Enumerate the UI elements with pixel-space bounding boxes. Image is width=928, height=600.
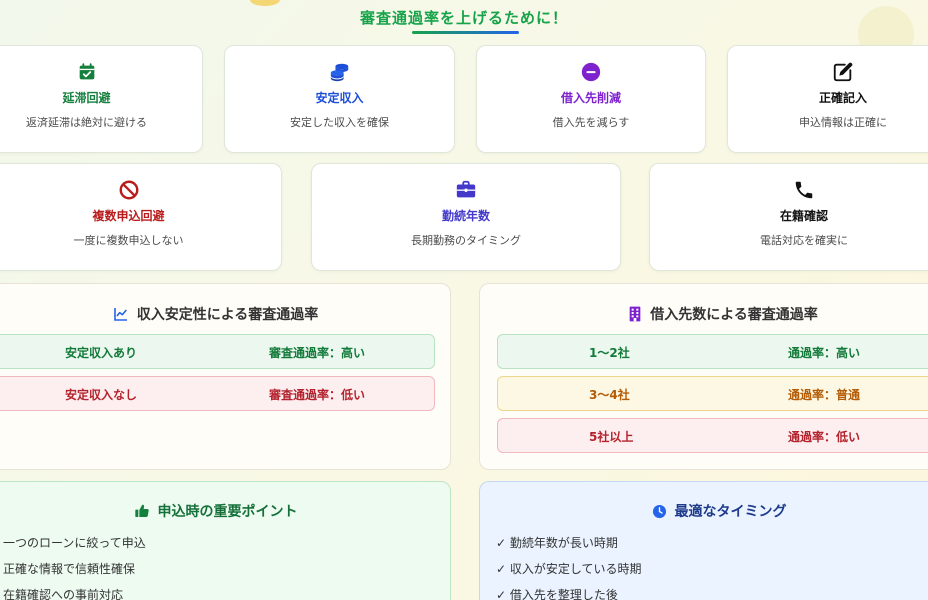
application-points-panel: 申込時の重要ポイント 一つのローンに絞って申込 正確な情報で信頼性確保 在籍確認… (0, 481, 451, 600)
title-underline (412, 31, 519, 34)
row-label: 安定収入なし (65, 388, 138, 402)
tip-description: 返済延滞は絶対に避ける (26, 116, 147, 129)
lender-row-1-2: 1〜2社 通過率：高い (497, 334, 928, 369)
chart-line-icon (113, 308, 127, 321)
list-item: ✓ 収入が安定している時期 (496, 562, 642, 576)
phone-icon (795, 181, 813, 199)
row-label: 3〜4社 (589, 388, 630, 402)
lender-row-3-4: 3〜4社 通過率：普通 (497, 376, 928, 411)
tip-description: 長期勤務のタイミング (411, 234, 521, 247)
thumbs-up-icon (134, 504, 149, 518)
tip-card-reduce-lenders[interactable]: 借入先削減 借入先を減らす (476, 45, 706, 153)
list-item: ✓ 勤続年数が長い時期 (496, 536, 618, 550)
lender-count-panel: 借入先数による審査通過率 1〜2社 通過率：高い 3〜4社 通過率：普通 5社以… (479, 283, 928, 470)
list-item: 正確な情報で信頼性確保 (3, 562, 136, 576)
minus-circle-icon (581, 62, 601, 82)
tip-description: 一度に複数申込しない (73, 234, 184, 247)
optimal-timing-panel: 最適なタイミング ✓ 勤続年数が長い時期 ✓ 収入が安定している時期 ✓ 借入先… (479, 481, 928, 600)
tip-title: 借入先削減 (560, 91, 621, 105)
tip-title: 在籍確認 (779, 209, 828, 223)
panel-header: 収入安定性による審査通過率 (0, 304, 450, 324)
row-label: 5社以上 (589, 430, 634, 444)
income-row-stable: 安定収入あり 審査通過率：高い (0, 334, 435, 369)
list-item: 一つのローンに絞って申込 (3, 536, 146, 550)
panel-header: 申込時の重要ポイント (0, 501, 450, 521)
row-value: 通過率：普通 (788, 388, 861, 402)
panel-header: 最適なタイミング (480, 501, 928, 521)
tip-title: 延滞回避 (62, 91, 111, 105)
panel-title: 申込時の重要ポイント (157, 504, 298, 520)
list-item: ✓ 借入先を整理した後 (496, 588, 618, 600)
tip-title: 安定収入 (315, 91, 364, 105)
page-title: 審査通過率を上げるために！ (359, 9, 568, 27)
tip-card-stable-income[interactable]: 安定収入 安定した収入を確保 (224, 45, 455, 153)
briefcase-icon (456, 180, 476, 198)
row-label: 安定収入あり (65, 346, 138, 360)
lender-row-5-plus: 5社以上 通過率：低い (497, 418, 928, 453)
tip-description: 安定した収入を確保 (290, 116, 389, 129)
panel-header: 借入先数による審査通過率 (480, 304, 928, 324)
clock-icon (652, 504, 666, 519)
tip-title: 勤続年数 (441, 209, 490, 223)
row-label: 1〜2社 (589, 346, 630, 360)
tip-card-multiple-applications[interactable]: 複数申込回避 一度に複数申込しない (0, 163, 282, 271)
row-value: 審査通過率：低い (269, 388, 366, 402)
list-item: 在籍確認への事前対応 (3, 588, 124, 600)
tip-description: 電話対応を確実に (760, 234, 848, 247)
tip-title: 複数申込回避 (92, 209, 165, 223)
calendar-check-icon (79, 63, 94, 80)
tip-description: 申込情報は正確に (799, 116, 887, 129)
tip-card-late-payment[interactable]: 延滞回避 返済延滞は絶対に避ける (0, 45, 203, 153)
panel-title: 収入安定性による審査通過率 (136, 307, 319, 323)
tip-title: 正確記入 (818, 91, 867, 105)
row-value: 審査通過率：高い (269, 346, 366, 360)
panel-title: 借入先数による審査通過率 (650, 307, 818, 323)
row-value: 通過率：高い (788, 346, 861, 360)
coins-icon (330, 63, 348, 82)
tip-card-employment-verification[interactable]: 在籍確認 電話対応を確実に (649, 163, 928, 271)
income-row-unstable: 安定収入なし 審査通過率：低い (0, 376, 435, 411)
tip-description: 借入先を減らす (552, 116, 630, 129)
edit-icon (833, 62, 853, 82)
building-icon (629, 306, 641, 322)
row-value: 通過率：低い (788, 430, 861, 444)
tip-card-employment-length[interactable]: 勤続年数 長期勤務のタイミング (311, 163, 621, 271)
income-stability-panel: 収入安定性による審査通過率 安定収入あり 審査通過率：高い 安定収入なし 審査通… (0, 283, 451, 470)
panel-title: 最適なタイミング (674, 504, 787, 520)
tip-card-accurate-entry[interactable]: 正確記入 申込情報は正確に (727, 45, 928, 153)
ban-icon (119, 180, 138, 200)
decorative-blob (250, 0, 280, 6)
